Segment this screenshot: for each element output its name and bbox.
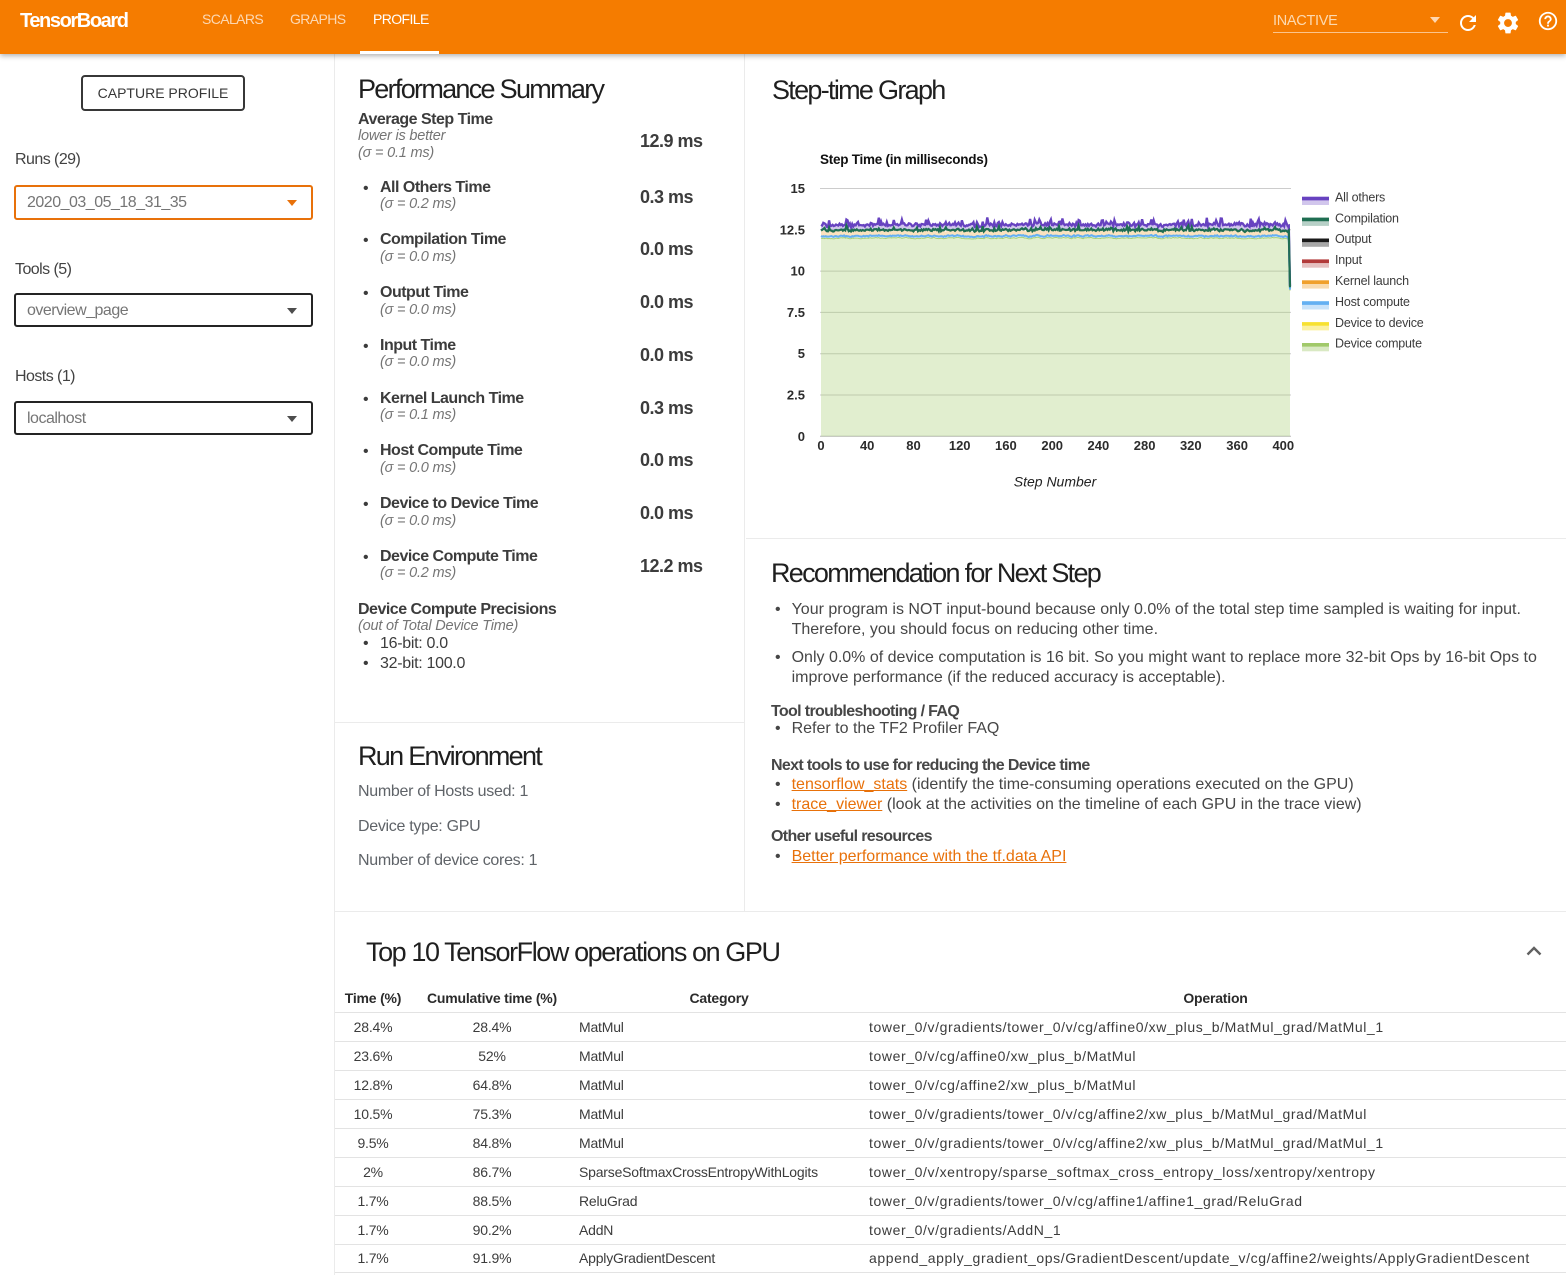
svg-text:2.5: 2.5	[787, 388, 805, 403]
svg-text:0: 0	[817, 438, 824, 453]
svg-text:7.5: 7.5	[787, 305, 805, 320]
svg-text:Step Time (in milliseconds): Step Time (in milliseconds)	[820, 152, 988, 167]
svg-text:Output: Output	[1335, 232, 1372, 246]
svg-text:Host compute: Host compute	[1335, 295, 1410, 309]
svg-text:0: 0	[798, 429, 805, 444]
svg-text:15: 15	[791, 181, 805, 196]
svg-text:120: 120	[949, 438, 971, 453]
svg-text:80: 80	[906, 438, 920, 453]
svg-text:Kernel launch: Kernel launch	[1335, 274, 1409, 288]
svg-text:400: 400	[1272, 438, 1294, 453]
svg-text:10: 10	[791, 264, 805, 279]
svg-text:All others: All others	[1335, 190, 1385, 204]
svg-text:12.5: 12.5	[780, 222, 805, 237]
svg-text:280: 280	[1134, 438, 1156, 453]
svg-text:200: 200	[1041, 438, 1063, 453]
svg-text:Input: Input	[1335, 253, 1363, 267]
svg-text:5: 5	[798, 346, 805, 361]
svg-text:240: 240	[1088, 438, 1110, 453]
svg-text:320: 320	[1180, 438, 1202, 453]
svg-text:360: 360	[1226, 438, 1248, 453]
svg-text:Device to device: Device to device	[1335, 316, 1424, 330]
svg-text:Step Number: Step Number	[1014, 474, 1098, 490]
svg-text:Device compute: Device compute	[1335, 337, 1422, 351]
svg-text:Compilation: Compilation	[1335, 211, 1399, 225]
svg-text:160: 160	[995, 438, 1017, 453]
svg-text:40: 40	[860, 438, 874, 453]
